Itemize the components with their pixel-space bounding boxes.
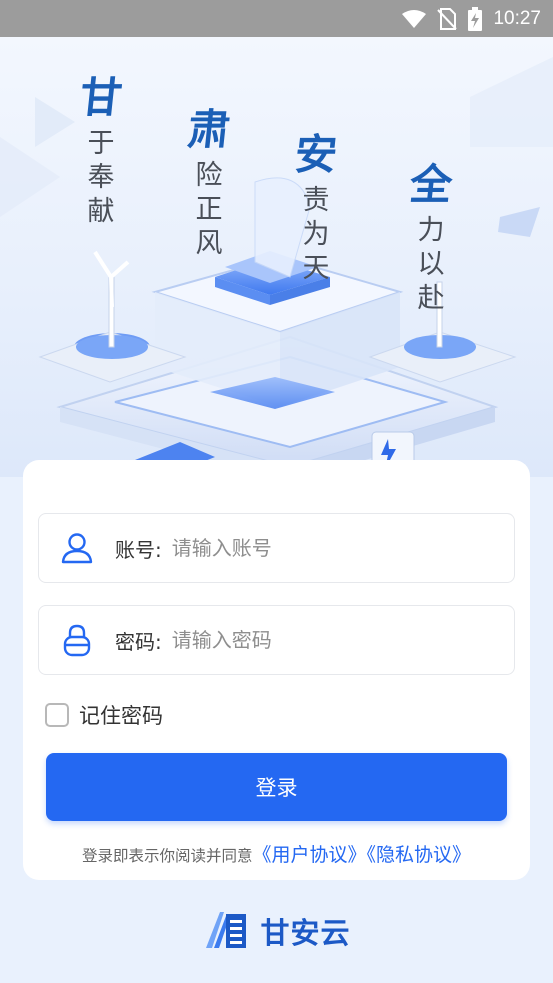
- slogan-phrase: 力以赴: [417, 215, 445, 314]
- remember-password[interactable]: 记住密码: [45, 700, 163, 730]
- login-card: 账号: 密码: 记住密码 登录 登录即表示你阅读并同意《用户协议》《隐私协议》: [23, 460, 530, 880]
- agreement-prefix: 登录即表示你阅读并同意: [81, 847, 253, 865]
- privacy-policy-link[interactable]: 《隐私协议》: [367, 844, 472, 866]
- slogan-phrase: 责为天: [302, 185, 330, 284]
- wifi-icon: [401, 9, 427, 29]
- lock-icon: [59, 622, 95, 658]
- slogan-column-3: 安 责为天: [292, 130, 340, 286]
- user-agreement-link[interactable]: 《用户协议》: [252, 844, 366, 866]
- slogan-column-4: 全 力以赴: [407, 160, 455, 316]
- slogan-phrase: 于奉献: [87, 128, 115, 227]
- status-bar: 10:27: [0, 0, 553, 37]
- agreement-text: 登录即表示你阅读并同意《用户协议》《隐私协议》: [23, 840, 530, 867]
- brand-name: 甘安云: [260, 916, 351, 950]
- hero-banner: 甘 于奉献 肃 险正风 安 责为天 全 力以赴: [0, 37, 553, 477]
- remember-checkbox[interactable]: [45, 703, 69, 727]
- brand-logo: 甘安云: [0, 908, 553, 954]
- gan-an-yun-logo-icon: [202, 908, 252, 954]
- password-input[interactable]: [171, 628, 452, 652]
- slogan-char: 安: [292, 130, 340, 179]
- slogan-column-1: 甘 于奉献: [77, 73, 125, 229]
- battery-charging-icon: [467, 6, 483, 31]
- slogan-char: 肃: [185, 105, 233, 154]
- no-sim-icon: [437, 7, 458, 30]
- slogan-char: 全: [407, 160, 455, 209]
- account-label: 账号:: [115, 537, 162, 562]
- login-button[interactable]: 登录: [46, 753, 507, 821]
- account-input[interactable]: [171, 536, 452, 560]
- remember-label: 记住密码: [79, 704, 163, 728]
- password-label: 密码:: [115, 629, 162, 654]
- status-time: 10:27: [493, 7, 541, 29]
- slogan-char: 甘: [77, 73, 125, 122]
- slogan-phrase: 险正风: [195, 160, 223, 259]
- user-icon: [59, 530, 95, 566]
- account-field[interactable]: 账号:: [38, 513, 515, 583]
- slogan-column-2: 肃 险正风: [185, 105, 233, 261]
- password-field[interactable]: 密码:: [38, 605, 515, 675]
